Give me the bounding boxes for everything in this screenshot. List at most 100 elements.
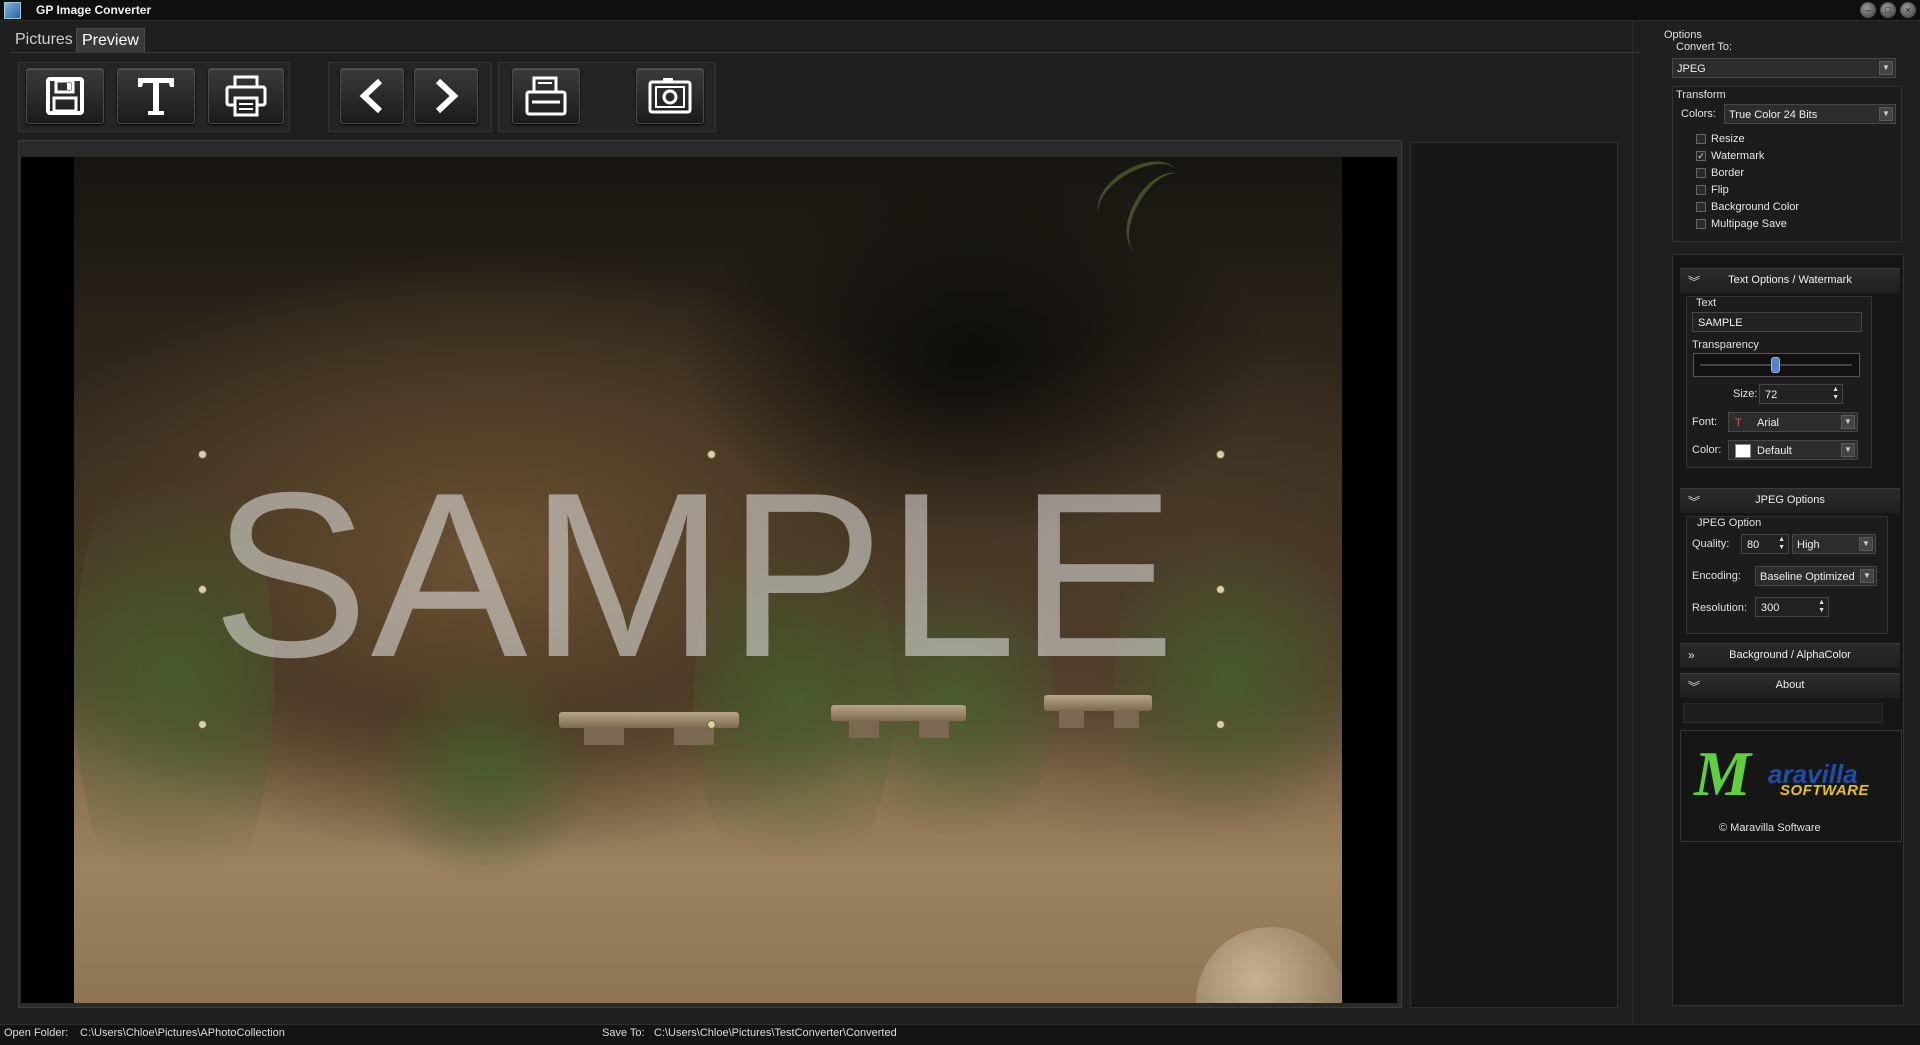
- resolution-stepper[interactable]: 300 ▲ ▼: [1755, 597, 1829, 617]
- chevron-left-icon: [359, 78, 383, 114]
- about-header[interactable]: ︾ About: [1680, 673, 1900, 699]
- chevron-down-icon[interactable]: ▼: [1879, 107, 1893, 121]
- background-color-label: Background Color: [1711, 201, 1800, 213]
- save-to-label: Save To:: [602, 1027, 645, 1039]
- chevron-down-icon[interactable]: ▼: [1841, 443, 1855, 457]
- convert-to-select[interactable]: JPEG ▼: [1672, 58, 1896, 78]
- transform-label: Transform: [1676, 89, 1726, 101]
- previous-button[interactable]: [340, 68, 404, 124]
- text-t-icon: [138, 78, 174, 115]
- colors-value: True Color 24 Bits: [1729, 109, 1818, 121]
- watermark-text-input[interactable]: SAMPLE: [1692, 312, 1862, 332]
- encoding-label: Encoding:: [1692, 570, 1741, 582]
- multipage-save-checkbox[interactable]: [1696, 219, 1706, 229]
- status-bar: [0, 1024, 1920, 1045]
- flip-checkbox[interactable]: [1696, 185, 1706, 195]
- quality-label: Quality:: [1692, 538, 1730, 550]
- font-label: Font:: [1692, 416, 1718, 428]
- options-header: Options: [1664, 29, 1702, 41]
- text-label: Text: [1696, 297, 1717, 309]
- company-logo-mark: M: [1694, 738, 1751, 809]
- size-value: 72: [1765, 389, 1778, 401]
- resize-handle[interactable]: [1216, 585, 1225, 594]
- encoding-value: Baseline Optimized: [1760, 571, 1855, 583]
- minimize-button[interactable]: –: [1860, 2, 1876, 18]
- resize-handle[interactable]: [707, 720, 716, 729]
- slider-thumb[interactable]: [1770, 357, 1780, 373]
- text-options-title: Text Options / Watermark: [1728, 274, 1852, 286]
- next-button[interactable]: [414, 68, 478, 124]
- chevron-down-icon[interactable]: ▼: [1879, 61, 1893, 75]
- size-label: Size:: [1733, 388, 1758, 400]
- background-color-checkbox[interactable]: [1696, 202, 1706, 212]
- spin-arrows-icon[interactable]: ▲ ▼: [1778, 536, 1785, 552]
- camera-button[interactable]: [636, 68, 704, 124]
- tab-pictures[interactable]: Pictures: [10, 28, 78, 52]
- watermark-label: Watermark: [1711, 150, 1765, 162]
- printer-icon: [225, 75, 267, 117]
- color-select[interactable]: Default ▼: [1728, 440, 1858, 460]
- font-t-icon: T: [1735, 417, 1742, 429]
- resolution-value: 300: [1761, 602, 1780, 614]
- resize-handle[interactable]: [198, 450, 207, 459]
- jpeg-options-header[interactable]: ︾ JPEG Options: [1680, 488, 1900, 514]
- text-options-header[interactable]: ︾ Text Options / Watermark: [1680, 268, 1900, 294]
- about-bar: [1683, 703, 1883, 723]
- resize-handle[interactable]: [198, 585, 207, 594]
- resize-handle[interactable]: [1216, 720, 1225, 729]
- background-alphacolor-title: Background / AlphaColor: [1729, 649, 1851, 661]
- encoding-select[interactable]: Baseline Optimized ▼: [1755, 566, 1877, 586]
- colors-select[interactable]: True Color 24 Bits ▼: [1724, 104, 1896, 124]
- scan-button[interactable]: [512, 68, 580, 124]
- font-value: Arial: [1757, 417, 1780, 429]
- watermark-checkbox[interactable]: ✓: [1696, 151, 1706, 161]
- resize-checkbox[interactable]: [1696, 134, 1706, 144]
- save-to-path[interactable]: C:\Users\Chloe\Pictures\TestConverter\Co…: [654, 1027, 897, 1039]
- about-title: About: [1775, 679, 1805, 691]
- title-bar: [0, 0, 1920, 21]
- thumbnail-panel: [1410, 142, 1618, 1008]
- window-title: GP Image Converter: [36, 3, 152, 17]
- close-button[interactable]: ×: [1900, 2, 1916, 18]
- border-checkbox[interactable]: [1696, 168, 1706, 178]
- maximize-button[interactable]: □: [1880, 2, 1896, 18]
- company-logo-subtitle: SOFTWARE: [1780, 782, 1869, 799]
- chevron-down-icon[interactable]: ▼: [1841, 415, 1855, 429]
- scanner-icon: [525, 76, 567, 116]
- resize-label: Resize: [1711, 133, 1745, 145]
- size-stepper[interactable]: 72 ▲ ▼: [1759, 384, 1843, 404]
- tab-divider: [10, 52, 1640, 53]
- jpeg-options-title: JPEG Options: [1755, 494, 1825, 506]
- spin-arrows-icon[interactable]: ▲ ▼: [1818, 599, 1825, 615]
- color-label: Color:: [1692, 444, 1722, 456]
- background-alphacolor-header[interactable]: » Background / AlphaColor: [1680, 643, 1900, 669]
- font-select[interactable]: T Arial ▼: [1728, 412, 1858, 432]
- resize-handle[interactable]: [1216, 450, 1225, 459]
- floppy-disk-icon: [46, 77, 84, 115]
- save-button[interactable]: [26, 68, 104, 124]
- resolution-label: Resolution:: [1692, 602, 1748, 614]
- quality-value: 80: [1747, 539, 1760, 551]
- resize-handle[interactable]: [707, 450, 716, 459]
- open-folder-label: Open Folder:: [4, 1027, 69, 1039]
- quality-preset-select[interactable]: High ▼: [1792, 534, 1876, 554]
- transparency-label: Transparency: [1692, 339, 1759, 351]
- chevron-down-icon[interactable]: ▼: [1860, 569, 1874, 583]
- chevron-down-icon[interactable]: ▼: [1859, 537, 1873, 551]
- flip-label: Flip: [1711, 184, 1729, 196]
- color-value: Default: [1757, 445, 1792, 457]
- text-button[interactable]: [117, 68, 195, 124]
- camera-icon: [648, 78, 692, 114]
- print-button[interactable]: [208, 68, 284, 124]
- quality-preset-value: High: [1797, 539, 1820, 551]
- convert-to-label: Convert To:: [1676, 41, 1733, 53]
- copyright-text: © Maravilla Software: [1719, 822, 1821, 834]
- open-folder-path[interactable]: C:\Users\Chloe\Pictures\APhotoCollection: [80, 1027, 285, 1039]
- color-swatch: [1735, 444, 1751, 458]
- resize-handle[interactable]: [198, 720, 207, 729]
- quality-stepper[interactable]: 80 ▲ ▼: [1741, 534, 1789, 554]
- transparency-slider[interactable]: [1693, 353, 1860, 377]
- watermark-text[interactable]: SAMPLE: [212, 455, 1212, 695]
- spin-arrows-icon[interactable]: ▲ ▼: [1832, 386, 1839, 402]
- tab-preview[interactable]: Preview: [76, 28, 145, 53]
